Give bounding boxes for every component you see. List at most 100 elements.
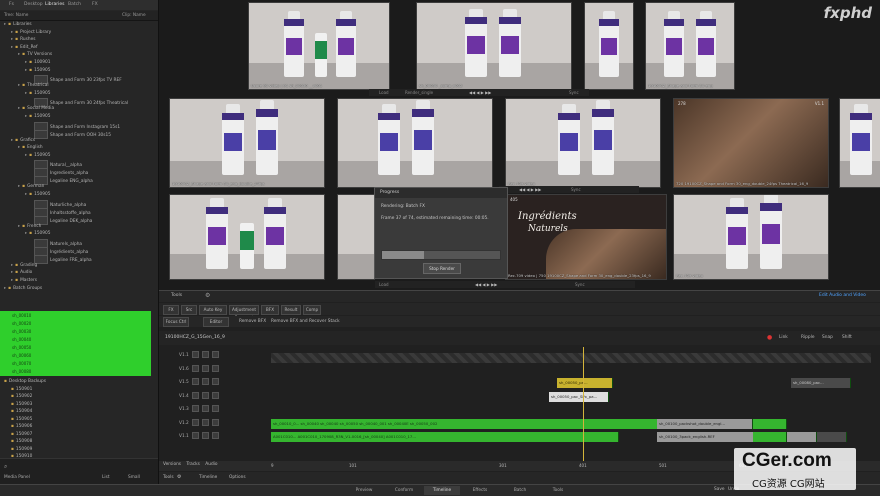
timeline-segment[interactable]: sh_00010_0... sh_00040 sh_00040 sh_00050…: [271, 418, 677, 429]
track-toggle[interactable]: [201, 432, 209, 439]
clip-sort-label[interactable]: Clip: Name: [122, 13, 146, 18]
chevron-icon[interactable]: ▸: [11, 263, 13, 268]
chevron-icon[interactable]: ▸: [18, 224, 20, 229]
versions-tab[interactable]: Versions: [163, 462, 181, 467]
track-toggle[interactable]: [211, 378, 219, 385]
tree-item[interactable]: ▸ ▪ 150905: [0, 91, 183, 97]
batch-group-item[interactable]: sh_00020: [12, 321, 31, 326]
track-toggle[interactable]: [201, 378, 209, 385]
row3-transport[interactable]: Load ◀◀ ◀ ▶ ▶▶ Sync: [375, 281, 635, 288]
playhead[interactable]: [583, 347, 584, 465]
batch-group-item[interactable]: sh_00070: [12, 361, 31, 366]
tree-item[interactable]: ▸ ▪ German: [0, 184, 176, 190]
tree-item[interactable]: ▸ ▪ 150905: [0, 192, 183, 198]
tools-menu[interactable]: Tools: [163, 475, 174, 480]
tree-item[interactable]: ▸ ▪ 100901: [0, 60, 183, 66]
viewer-clip[interactable]: 19100CZ_Shape and Form 50 eng: [645, 2, 735, 90]
comp-button[interactable]: Comp: [303, 305, 321, 315]
sync-button[interactable]: Sync: [569, 89, 579, 96]
desktop-tree-item[interactable]: ▪ 150901: [0, 387, 169, 393]
viewer-clip[interactable]: [169, 194, 325, 280]
chevron-icon[interactable]: ▸: [4, 22, 6, 27]
tree-item[interactable]: ▸ ▪ Theatrical: [0, 83, 176, 89]
track-toggle[interactable]: [211, 351, 219, 358]
tree-sort-label[interactable]: Tree: Name: [4, 13, 28, 18]
batch-group-item[interactable]: sh_00060: [12, 353, 31, 358]
timeline-segment[interactable]: [753, 432, 787, 442]
tree-item[interactable]: ▸ ▪ French: [0, 224, 176, 230]
desktop-tree-item[interactable]: ▪ 150905: [0, 417, 169, 423]
viewer-clip[interactable]: Ucore 90 video | 91 sh_00030 __v001: [248, 2, 390, 90]
viewer-clip[interactable]: Rec.709 video: [505, 98, 661, 188]
chevron-icon[interactable]: ▸: [11, 37, 13, 42]
adjustment-segment-button[interactable]: Adjustment Segment: [229, 305, 259, 320]
transport-controls[interactable]: ◀◀ ◀ ▶ ▶▶: [475, 281, 497, 288]
viewer-clip[interactable]: [839, 98, 880, 188]
transport-controls[interactable]: ◀◀ ◀ ▶ ▶▶: [519, 186, 541, 193]
gear-icon[interactable]: ⚙: [205, 292, 210, 299]
tree-item[interactable]: ▸ ▪ Rushes: [0, 37, 169, 43]
focus-ctrl-button[interactable]: Focus Ctrl: [163, 317, 189, 327]
ripple-toggle[interactable]: Ripple: [801, 335, 814, 340]
bfx-button[interactable]: BFX: [261, 305, 279, 315]
batch-group-item[interactable]: sh_00030: [12, 329, 31, 334]
viewer-clip[interactable]: [337, 98, 493, 188]
remove-bfx-recover-button[interactable]: Remove BFX and Recover Stack: [271, 319, 340, 324]
track-toggle[interactable]: [201, 418, 209, 426]
tree-item[interactable]: ▸ ▪ Social Media: [0, 106, 176, 112]
tree-item[interactable]: ▸ ▪ Audio: [0, 270, 169, 276]
viewer-clip[interactable]: Rec.709 video: [673, 194, 829, 280]
desktop-tree-item[interactable]: ▪ 150903: [0, 402, 169, 408]
timeline-segment[interactable]: sh_00050_pa...: [557, 378, 613, 388]
tree-item[interactable]: ▸ ▪ Edit_Ref: [0, 45, 169, 51]
row1-transport[interactable]: Load Render_single ◀◀ ◀ ▶ ▶▶ Sync: [369, 89, 589, 96]
remove-bfx-button[interactable]: Remove BFX: [239, 319, 266, 324]
desktop-tree-item[interactable]: ▪ 150908: [0, 439, 169, 445]
load-button[interactable]: Load: [379, 89, 389, 96]
track-header[interactable]: V1.2: [165, 418, 265, 429]
chevron-icon[interactable]: ▸: [18, 83, 20, 88]
list-view-button[interactable]: List: [102, 475, 110, 480]
chevron-icon[interactable]: ▸: [18, 145, 20, 150]
link-icon[interactable]: ●: [767, 334, 772, 341]
viewer-clip[interactable]: [337, 194, 375, 280]
tab-fs[interactable]: Fs: [9, 2, 14, 7]
chevron-icon[interactable]: ▸: [25, 114, 27, 119]
viewer-clip[interactable]: [584, 2, 634, 90]
chevron-icon[interactable]: ▸: [25, 68, 27, 73]
track-toggle[interactable]: [201, 391, 209, 399]
chevron-icon[interactable]: ▸: [25, 153, 27, 158]
shift-toggle[interactable]: Shift: [842, 335, 852, 340]
chevron-icon[interactable]: ▸: [18, 52, 20, 57]
auto-key-button[interactable]: Auto Key: [199, 305, 227, 315]
tree-item[interactable]: ▸ ▪ Batch Groups: [0, 286, 162, 292]
tree-item[interactable]: ▸ ▪ Project Library: [0, 30, 169, 36]
chevron-icon[interactable]: ▸: [25, 60, 27, 65]
tab-desktop[interactable]: Desktop: [24, 2, 43, 7]
timeline-segment[interactable]: sh_00080_pac...: [791, 378, 851, 388]
tab-fx[interactable]: FX: [92, 2, 98, 7]
track-toggle[interactable]: [191, 432, 199, 439]
chevron-icon[interactable]: ▸: [25, 231, 27, 236]
track-toggle[interactable]: [211, 364, 219, 372]
timeline-menu[interactable]: Timeline: [199, 475, 217, 480]
save-button[interactable]: Save: [714, 487, 725, 492]
timeline-segment[interactable]: [753, 418, 787, 429]
bottom-tab-tools[interactable]: Tools: [540, 486, 576, 495]
chevron-icon[interactable]: ▸: [11, 30, 13, 35]
tree-item[interactable]: ▸ ▪ Masters: [0, 278, 169, 284]
track-toggle[interactable]: [191, 364, 199, 372]
src-button[interactable]: Src: [181, 305, 197, 315]
transport-controls[interactable]: ◀◀ ◀ ▶ ▶▶: [469, 89, 491, 96]
bottom-tab-effects[interactable]: Effects: [462, 486, 498, 495]
tree-item[interactable]: ▸ ▪ 150905: [0, 231, 183, 237]
tree-item[interactable]: ▸ ▪ English: [0, 145, 176, 151]
track-toggle[interactable]: [211, 418, 219, 426]
tree-item[interactable]: ▸ ▪ Grafics: [0, 138, 169, 144]
tree-item[interactable]: ▸ ▪ 150905: [0, 153, 183, 159]
link-toggle[interactable]: Link: [779, 335, 788, 340]
options-menu[interactable]: Options: [229, 475, 246, 480]
track-header[interactable]: V1.4: [165, 391, 265, 402]
track-toggle[interactable]: [201, 364, 209, 372]
batch-group-item[interactable]: sh_00050: [12, 345, 31, 350]
